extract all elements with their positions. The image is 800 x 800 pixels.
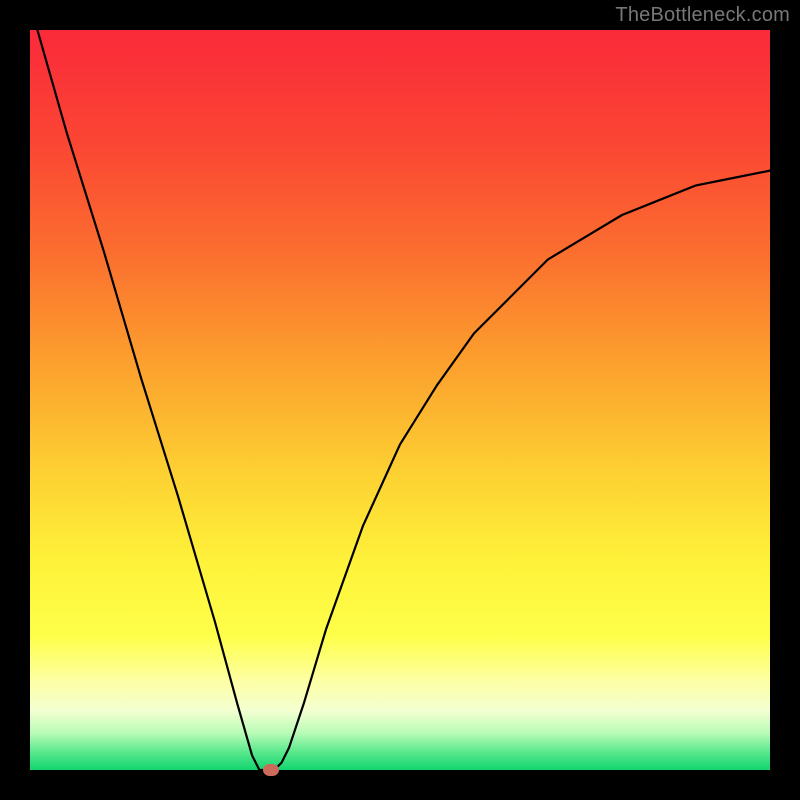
optimal-point-marker xyxy=(263,764,279,776)
attribution-text: TheBottleneck.com xyxy=(615,4,790,27)
chart-frame xyxy=(30,30,770,770)
bottleneck-curve xyxy=(30,30,770,770)
